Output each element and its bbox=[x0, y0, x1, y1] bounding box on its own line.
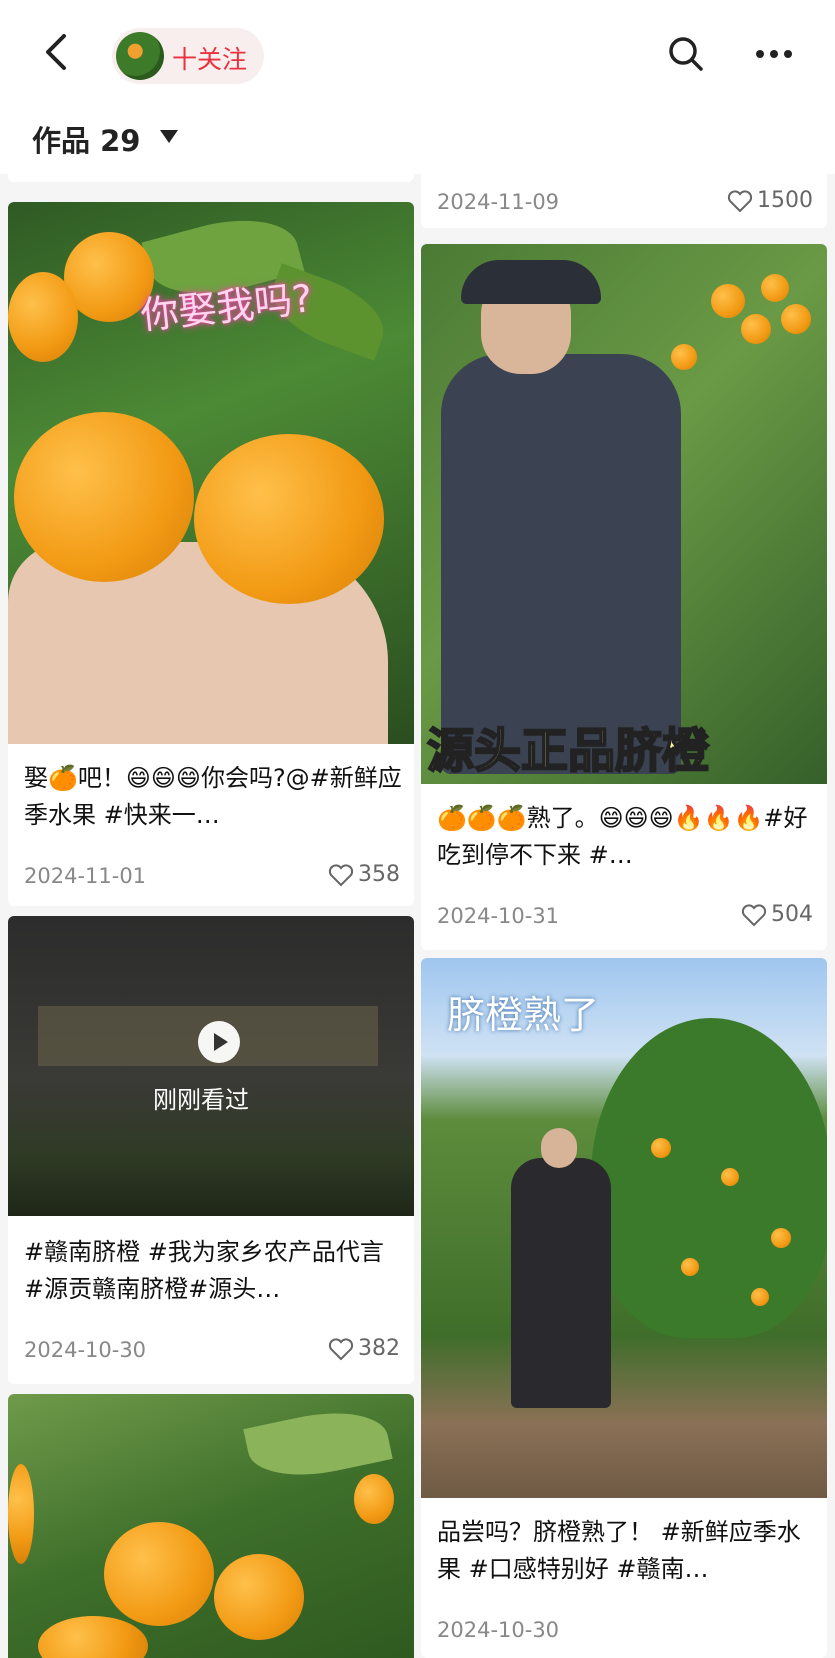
video-card[interactable]: 你娶我吗? 娶🍊吧！😄😄😄你会吗?@#新鲜应季水果 #快来一… 2024-11-… bbox=[8, 202, 414, 906]
video-card[interactable]: 刚刚看过 #赣南脐橙 #我为家乡农产品代言 #源贡赣南脐橙#源头… 2024-1… bbox=[8, 916, 414, 1384]
person-figure bbox=[441, 354, 681, 774]
works-count-dropdown[interactable]: 作品 29 bbox=[32, 118, 140, 160]
post-date: 2024-10-30 bbox=[24, 1338, 147, 1362]
search-icon bbox=[669, 37, 703, 71]
post-date: 2024-11-01 bbox=[24, 864, 147, 888]
back-button[interactable] bbox=[36, 30, 80, 74]
video-thumbnail[interactable]: 脐橙熟了 bbox=[421, 958, 827, 1498]
card-partial-top-left[interactable] bbox=[8, 168, 414, 182]
post-caption: #赣南脐橙 #我为家乡农产品代言 #源贡赣南脐橙#源头… bbox=[24, 1238, 384, 1303]
like-count-value: 504 bbox=[771, 902, 813, 927]
search-button[interactable] bbox=[666, 34, 706, 74]
like-count[interactable]: 1500 bbox=[727, 188, 813, 213]
person-figure bbox=[511, 1158, 611, 1408]
card-partial-top-right[interactable]: 2024-11-09 1500 bbox=[421, 168, 827, 228]
overlay-text: 源头正品脐橙 bbox=[426, 723, 710, 780]
more-button[interactable] bbox=[752, 34, 796, 74]
video-thumbnail[interactable]: 源头正品脐橙 bbox=[421, 244, 827, 784]
post-date: 2024-10-30 bbox=[437, 1618, 560, 1642]
works-filter-row: 作品 29 bbox=[0, 110, 835, 174]
video-card[interactable]: 源头正品脐橙 🍊🍊🍊熟了。😄😄😄🔥🔥🔥#好吃到停不下来 #… 2024-10-3… bbox=[421, 244, 827, 950]
post-caption: 品尝吗？脐橙熟了！ #新鲜应季水果 #口感特别好 #赣南… bbox=[437, 1518, 801, 1583]
heart-icon bbox=[328, 1337, 354, 1360]
video-thumbnail[interactable] bbox=[8, 1394, 414, 1658]
profile-follow-pill[interactable]: 十关注 bbox=[112, 28, 264, 84]
post-caption: 🍊🍊🍊熟了。😄😄😄🔥🔥🔥#好吃到停不下来 #… bbox=[437, 804, 808, 869]
heart-icon bbox=[328, 863, 354, 886]
heart-icon bbox=[727, 189, 753, 212]
like-count[interactable]: 382 bbox=[328, 1336, 400, 1361]
like-count[interactable]: 358 bbox=[328, 862, 400, 887]
video-card[interactable]: 脐橙熟了 品尝吗？脐橙熟了！ #新鲜应季水果 #口感特别好 #赣南… 2024-… bbox=[421, 958, 827, 1658]
like-count[interactable]: 504 bbox=[741, 902, 813, 927]
play-icon bbox=[214, 1033, 228, 1051]
play-button[interactable] bbox=[198, 1021, 240, 1063]
top-bar: 十关注 bbox=[0, 0, 835, 110]
recently-watched-label: 刚刚看过 bbox=[153, 1086, 249, 1114]
post-date: 2024-11-09 bbox=[437, 190, 560, 214]
caret-down-icon[interactable] bbox=[160, 130, 178, 143]
post-caption: 娶🍊吧！😄😄😄你会吗?@#新鲜应季水果 #快来一… bbox=[24, 764, 402, 829]
video-thumbnail[interactable]: 刚刚看过 bbox=[8, 916, 414, 1216]
tree-shape bbox=[591, 1018, 827, 1338]
more-dots-icon bbox=[756, 50, 792, 58]
overlay-text: 脐橙熟了 bbox=[447, 993, 600, 1037]
like-count-value: 1500 bbox=[757, 188, 813, 213]
like-count-value: 358 bbox=[358, 862, 400, 887]
heart-icon bbox=[741, 903, 767, 926]
video-card[interactable] bbox=[8, 1394, 414, 1658]
avatar[interactable] bbox=[116, 32, 164, 80]
video-thumbnail[interactable]: 你娶我吗? bbox=[8, 202, 414, 744]
chevron-left-icon bbox=[46, 34, 66, 70]
follow-button[interactable]: 十关注 bbox=[172, 40, 247, 76]
like-count-value: 382 bbox=[358, 1336, 400, 1361]
post-date: 2024-10-31 bbox=[437, 904, 560, 928]
